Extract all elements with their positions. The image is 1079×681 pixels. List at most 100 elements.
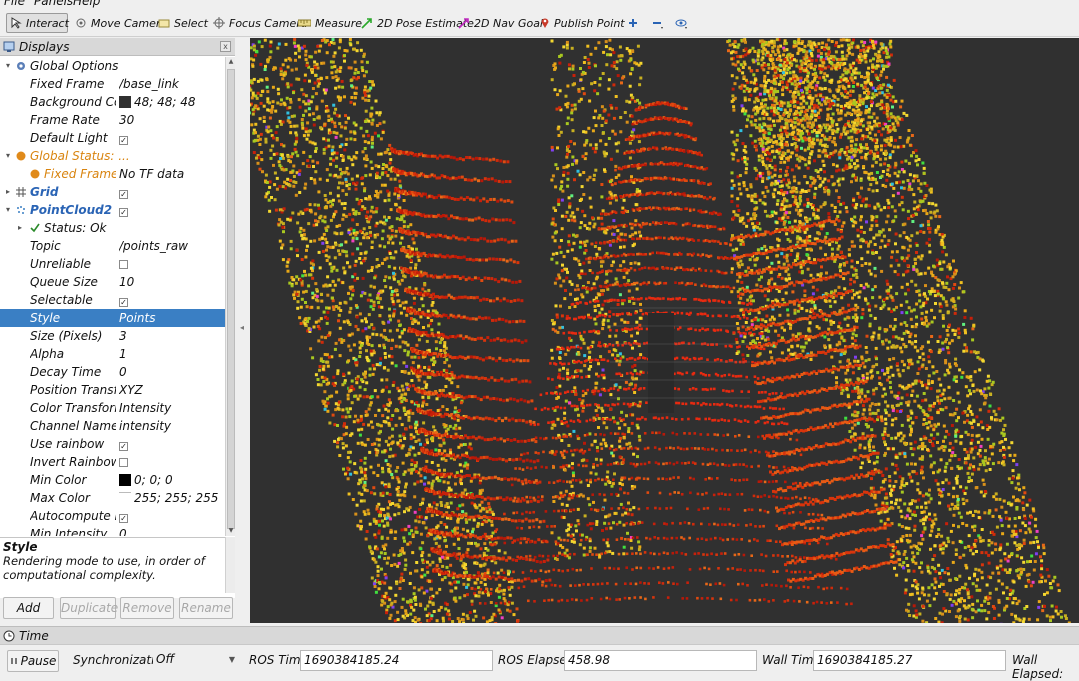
- publish-point-label: Publish Point: [554, 17, 625, 30]
- tree-label: PointCloud2: [30, 201, 116, 219]
- tree-row-color-transformer[interactable]: Color Transformer Intensity: [0, 399, 225, 417]
- ros-time-field[interactable]: 1690384185.24: [300, 650, 493, 671]
- tree-row-pointcloud2[interactable]: ▾ PointCloud2 ✓: [0, 201, 225, 219]
- tree-value[interactable]: /base_link: [119, 75, 225, 93]
- tree-row-selectable[interactable]: Selectable ✓: [0, 291, 225, 309]
- nav-goal-tool[interactable]: 2D Nav Goal: [455, 13, 546, 33]
- menu-panels[interactable]: Panels: [34, 0, 73, 8]
- toolbar: Interact Move Camera Select Focus Camera…: [0, 10, 1079, 37]
- expand-arrow-icon[interactable]: ▸: [15, 219, 25, 237]
- tree-row-position-transformer[interactable]: Position Transfo... XYZ: [0, 381, 225, 399]
- duplicate-button[interactable]: Duplicate: [60, 597, 116, 619]
- checkbox[interactable]: [119, 458, 128, 467]
- tree-row-invert-rainbow[interactable]: Invert Rainbow: [0, 453, 225, 471]
- close-panel-button[interactable]: x: [220, 41, 231, 52]
- checkbox[interactable]: ✓: [119, 190, 128, 199]
- tree-label: Color Transformer: [30, 399, 116, 417]
- tree-value[interactable]: 0: [119, 363, 225, 381]
- measure-tool[interactable]: Measure: [295, 13, 365, 33]
- tree-value[interactable]: Intensity: [119, 399, 225, 417]
- expand-arrow-icon[interactable]: ▾: [3, 57, 13, 75]
- tree-row-global-status[interactable]: ▾ Global Status: ...: [0, 147, 225, 165]
- tree-row-global-options[interactable]: ▾ Global Options: [0, 57, 225, 75]
- tree-value[interactable]: 48; 48; 48: [119, 93, 225, 111]
- tree-row-channel-name[interactable]: Channel Name intensity: [0, 417, 225, 435]
- tree-row-min-color[interactable]: Min Color 0; 0; 0: [0, 471, 225, 489]
- tree-label: Min Color: [30, 471, 116, 489]
- menu-file[interactable]: File: [4, 0, 25, 8]
- tree-value[interactable]: /points_raw: [119, 237, 225, 255]
- tree-row-status-ok[interactable]: ▸ Status: Ok: [0, 219, 225, 237]
- tree-row-unreliable[interactable]: Unreliable: [0, 255, 225, 273]
- description-scrollbar[interactable]: [225, 537, 235, 593]
- tree-value[interactable]: 0; 0; 0: [119, 471, 225, 489]
- tree-value[interactable]: 1: [119, 345, 225, 363]
- splitter-handle-icon[interactable]: ◂: [240, 323, 244, 332]
- checkbox[interactable]: ✓: [119, 514, 128, 523]
- tree-row-grid[interactable]: ▸ Grid ✓: [0, 183, 225, 201]
- tree-row-size-pixels[interactable]: Size (Pixels) 3: [0, 327, 225, 345]
- checkbox[interactable]: ✓: [119, 208, 128, 217]
- tree-value[interactable]: Points: [119, 309, 225, 327]
- color-swatch: [119, 96, 131, 108]
- tree-value[interactable]: XYZ: [119, 381, 225, 399]
- ros-elapsed-field[interactable]: 458.98: [564, 650, 757, 671]
- tree-value[interactable]: 0: [119, 525, 225, 536]
- tree-row-min-intensity[interactable]: Min Intensity 0: [0, 525, 225, 536]
- tree-row-style[interactable]: Style Points: [0, 309, 225, 327]
- wall-time-field[interactable]: 1690384185.27: [813, 650, 1006, 671]
- tree-value[interactable]: 10: [119, 273, 225, 291]
- tree-row-fixed-frame[interactable]: Fixed Frame /base_link: [0, 75, 225, 93]
- tree-label: Fixed Frame: [44, 165, 116, 183]
- tree-label: Channel Name: [30, 417, 116, 435]
- eye-icon: [675, 17, 689, 29]
- sync-select[interactable]: Off ▼: [153, 650, 239, 671]
- checkbox[interactable]: ✓: [119, 442, 128, 451]
- color-text: 0; 0; 0: [134, 473, 173, 487]
- tree-value[interactable]: 3: [119, 327, 225, 345]
- tree-row-alpha[interactable]: Alpha 1: [0, 345, 225, 363]
- tree-row-max-color[interactable]: Max Color 255; 255; 255: [0, 489, 225, 507]
- tree-value: ✓: [119, 291, 225, 309]
- expand-arrow-icon[interactable]: ▾: [3, 201, 13, 219]
- camera-type-button[interactable]: [672, 13, 692, 33]
- tree-row-fixed-frame-status[interactable]: Fixed Frame No TF data: [0, 165, 225, 183]
- remove-tool-button[interactable]: [648, 13, 668, 33]
- tree-value[interactable]: intensity: [119, 417, 225, 435]
- menu-help[interactable]: Help: [73, 0, 100, 8]
- tree-row-use-rainbow[interactable]: Use rainbow ✓: [0, 435, 225, 453]
- interact-tool[interactable]: Interact: [6, 13, 68, 33]
- tree-row-frame-rate[interactable]: Frame Rate 30: [0, 111, 225, 129]
- tree-row-default-light[interactable]: Default Light ✓: [0, 129, 225, 147]
- tree-label: Default Light: [30, 129, 116, 147]
- panel-splitter[interactable]: ◂: [235, 38, 250, 623]
- tree-row-decay-time[interactable]: Decay Time 0: [0, 363, 225, 381]
- color-text: 255; 255; 255: [134, 491, 218, 505]
- tree-row-queue-size[interactable]: Queue Size 10: [0, 273, 225, 291]
- pause-button[interactable]: Pause: [7, 650, 59, 672]
- rename-button[interactable]: Rename: [179, 597, 233, 619]
- tree-value[interactable]: 255; 255; 255: [119, 489, 225, 507]
- select-tool[interactable]: Select: [155, 13, 211, 33]
- sync-value: Off: [156, 652, 174, 666]
- scroll-thumb[interactable]: [227, 69, 235, 529]
- time-panel-header: Time: [0, 626, 1079, 645]
- tree-row-topic[interactable]: Topic /points_raw: [0, 237, 225, 255]
- add-tool-button[interactable]: [624, 13, 642, 33]
- tree-value[interactable]: 30: [119, 111, 225, 129]
- expand-arrow-icon[interactable]: ▾: [3, 147, 13, 165]
- tree-scrollbar[interactable]: ▲ ▼: [225, 57, 235, 536]
- expand-arrow-icon[interactable]: ▸: [3, 183, 13, 201]
- checkbox[interactable]: ✓: [119, 298, 128, 307]
- minus-icon: [651, 17, 665, 29]
- checkbox[interactable]: ✓: [119, 136, 128, 145]
- tree-row-autocompute[interactable]: Autocompute In... ✓: [0, 507, 225, 525]
- tree-row-background-color[interactable]: Background Color 48; 48; 48: [0, 93, 225, 111]
- remove-button[interactable]: Remove: [120, 597, 174, 619]
- checkbox[interactable]: [119, 260, 128, 269]
- plus-icon: [627, 17, 639, 29]
- measure-label: Measure: [315, 17, 362, 30]
- add-button[interactable]: Add: [3, 597, 54, 619]
- publish-point-tool[interactable]: Publish Point: [537, 13, 628, 33]
- render-view-3d[interactable]: [250, 38, 1079, 623]
